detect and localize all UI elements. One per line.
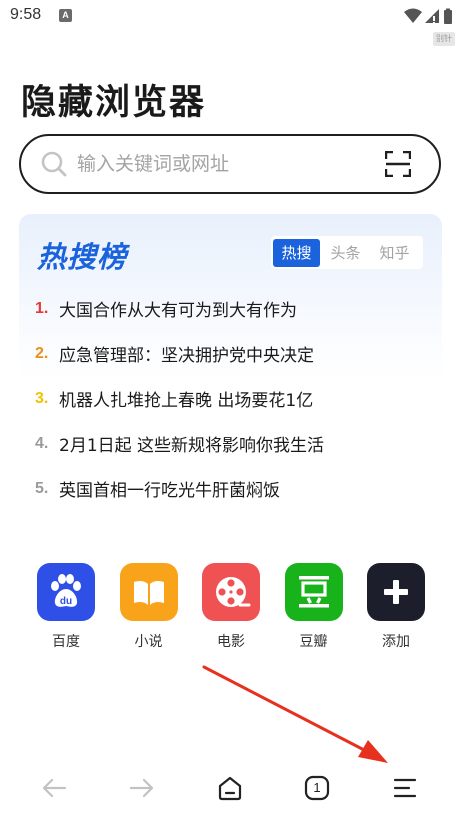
menu-button[interactable] — [384, 768, 424, 808]
tab-count: 1 — [313, 780, 321, 795]
tab-hot[interactable]: 热搜 — [273, 238, 320, 267]
baidu-paw-icon: du — [51, 574, 81, 607]
hot-search-tabs: 热搜 头条 知乎 — [271, 236, 423, 269]
status-bar: 9:58 A 别针 — [0, 0, 461, 46]
shortcut-baidu[interactable]: du 百度 — [37, 563, 95, 651]
shortcut-label: 电影 — [217, 634, 245, 650]
shortcut-douban[interactable]: 豆瓣 — [284, 563, 343, 651]
hot-item-text: 机器人扎堆抢上春晚 出场要花1亿 — [59, 391, 314, 411]
search-input[interactable] — [77, 136, 367, 191]
wifi-icon — [404, 8, 422, 23]
shortcut-label: 添加 — [382, 634, 410, 650]
douban-icon — [298, 576, 329, 608]
hot-search-card: 热搜榜 热搜 头条 知乎 1. 大国合作从大有可为到大有作为 2. 应急管理部：… — [19, 214, 442, 514]
tab-headlines[interactable]: 头条 — [322, 239, 369, 267]
forward-button[interactable] — [122, 768, 162, 808]
hot-search-list: 1. 大国合作从大有可为到大有作为 2. 应急管理部：坚决拥护党中央决定 3. … — [35, 286, 425, 511]
shortcut-icon-bg — [284, 563, 343, 621]
svg-text:du: du — [60, 596, 72, 607]
hot-item-rank: 1. — [35, 299, 49, 317]
back-button[interactable] — [34, 768, 74, 808]
shortcut-icon-bg — [119, 563, 178, 621]
hot-item-rank: 3. — [35, 389, 49, 407]
hot-search-title: 热搜榜 — [37, 240, 128, 274]
bottom-nav: 1 — [0, 760, 461, 816]
hot-item[interactable]: 5. 英国首相一行吃光牛肝菌焖饭 — [35, 466, 425, 511]
scan-icon[interactable] — [385, 151, 411, 177]
hot-item[interactable]: 2. 应急管理部：坚决拥护党中央决定 — [35, 331, 425, 376]
menu-icon — [393, 778, 417, 798]
search-icon — [41, 151, 67, 177]
shortcut-icon-bg — [367, 563, 425, 621]
corner-tag: 别针 — [433, 32, 455, 46]
search-bar[interactable] — [19, 134, 441, 194]
tab-zhihu[interactable]: 知乎 — [371, 239, 418, 267]
hot-item-text: 大国合作从大有可为到大有作为 — [59, 301, 297, 321]
hot-item-rank: 2. — [35, 344, 49, 362]
hot-item-rank: 4. — [35, 434, 49, 452]
shortcut-label: 百度 — [52, 634, 80, 650]
shortcut-novel[interactable]: 小说 — [119, 563, 178, 651]
shortcut-label: 豆瓣 — [299, 634, 328, 650]
back-arrow-icon — [42, 778, 67, 798]
tabs-button[interactable]: 1 — [297, 768, 337, 808]
hot-item-text: 英国首相一行吃光牛肝菌焖饭 — [59, 481, 280, 501]
hot-item-text: 应急管理部：坚决拥护党中央决定 — [59, 346, 314, 366]
home-button[interactable] — [210, 768, 250, 808]
battery-icon — [444, 8, 452, 24]
shortcut-icon-bg — [202, 563, 260, 621]
page-title: 隐藏浏览器 — [21, 83, 207, 123]
hot-item[interactable]: 1. 大国合作从大有可为到大有作为 — [35, 286, 425, 331]
app-notification-icon: A — [59, 9, 72, 22]
book-icon — [133, 580, 164, 605]
film-reel-icon — [216, 577, 251, 607]
shortcut-grid: du 百度 小说 电影 豆瓣 添加 — [37, 563, 425, 651]
hot-item-text: 2月1日起 这些新规将影响你我生活 — [59, 436, 325, 456]
forward-arrow-icon — [129, 778, 154, 798]
plus-icon — [384, 580, 408, 604]
signal-icon — [425, 9, 439, 24]
hot-item[interactable]: 3. 机器人扎堆抢上春晚 出场要花1亿 — [35, 376, 425, 421]
shortcut-label: 小说 — [134, 634, 163, 650]
shortcut-movie[interactable]: 电影 — [202, 563, 260, 651]
hot-item[interactable]: 4. 2月1日起 这些新规将影响你我生活 — [35, 421, 425, 466]
home-icon — [218, 776, 242, 801]
status-icons — [403, 6, 455, 26]
status-time: 9:58 — [10, 6, 42, 23]
shortcut-icon-bg: du — [37, 563, 95, 621]
shortcut-add[interactable]: 添加 — [367, 563, 425, 651]
hot-item-rank: 5. — [35, 479, 49, 497]
